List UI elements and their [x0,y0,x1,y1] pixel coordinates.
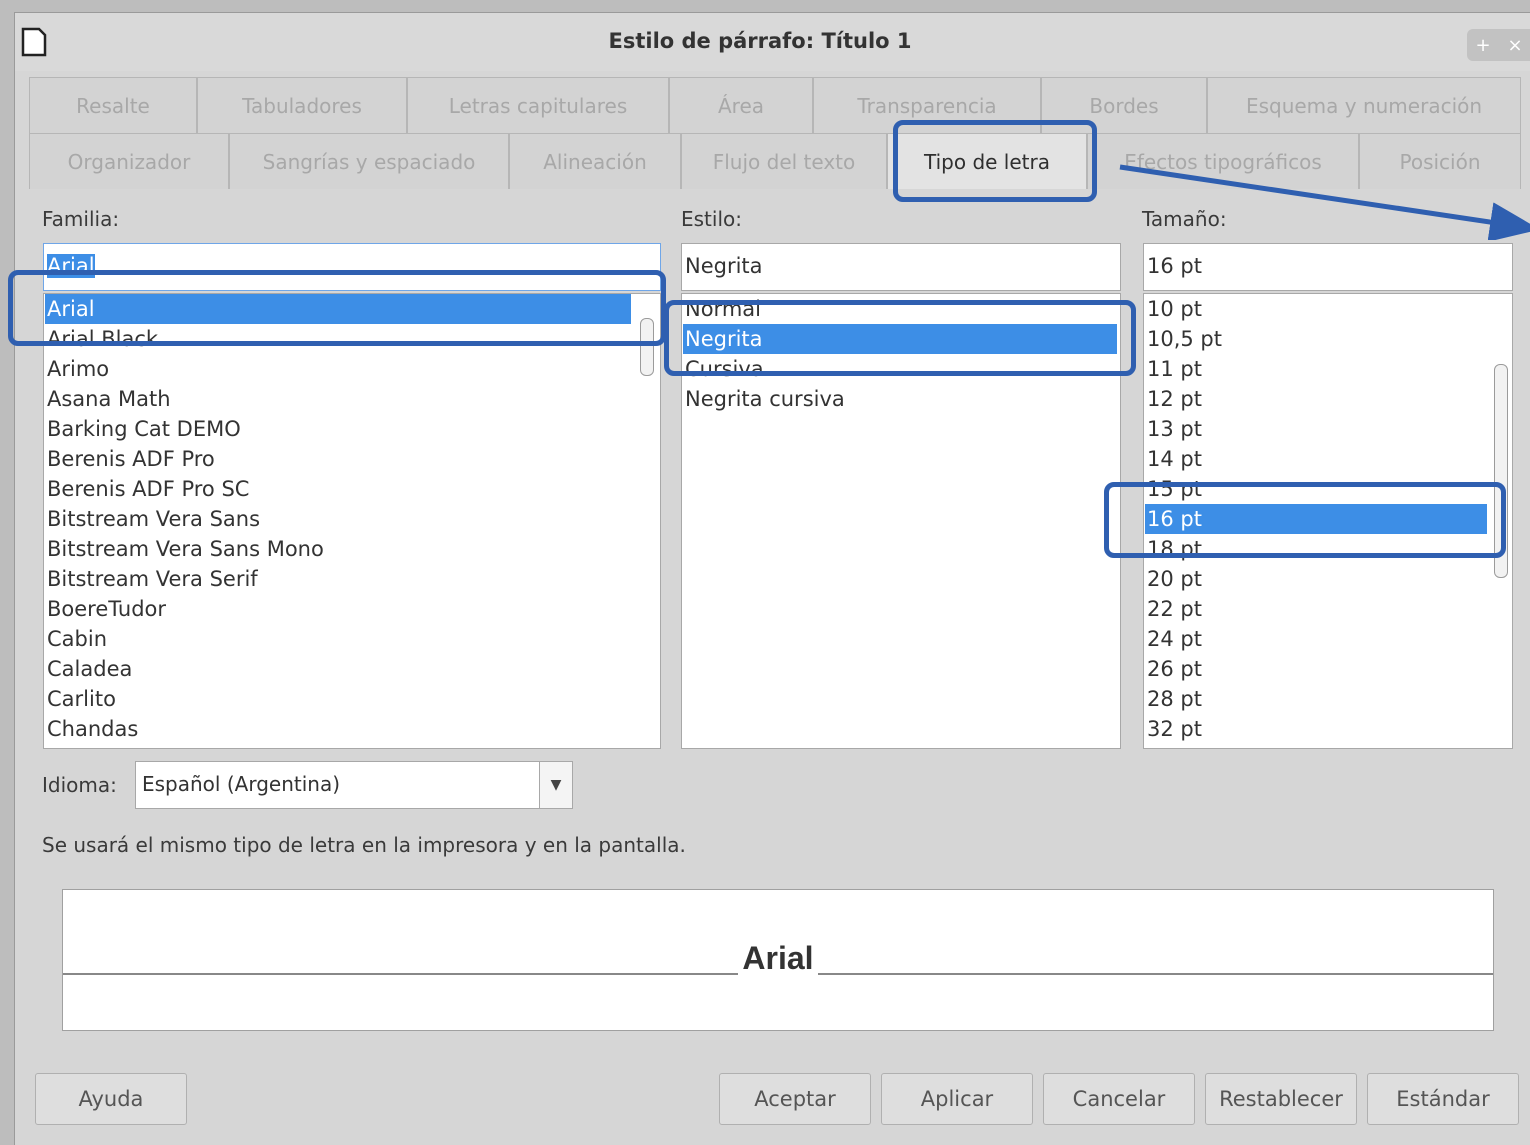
window-buttons: + × [1467,29,1530,61]
callout-tab-highlight [893,120,1097,202]
list-item[interactable]: Bitstream Vera Sans Mono [45,534,324,564]
title-bar: Estilo de párrafo: Título 1 + × [15,13,1530,71]
tab-esquema-numeracion[interactable]: Esquema y numeración [1207,77,1521,133]
style-label: Estilo: [681,207,742,231]
tab-flujo-del-texto[interactable]: Flujo del texto [681,133,887,189]
list-item[interactable]: Arimo [45,354,109,384]
dialog-title: Estilo de párrafo: Título 1 [608,29,912,53]
cancel-button[interactable]: Cancelar [1043,1073,1195,1125]
apply-button[interactable]: Aplicar [881,1073,1033,1125]
list-item[interactable]: 11 pt [1145,354,1202,384]
tab-resalte[interactable]: Resalte [29,77,197,133]
language-label: Idioma: [42,773,117,797]
callout-style-highlight [664,300,1136,376]
list-item[interactable]: Berenis ADF Pro SC [45,474,249,504]
tab-alineacion[interactable]: Alineación [509,133,681,189]
language-value: Español (Argentina) [142,772,340,796]
list-item[interactable]: Chandas [45,714,138,744]
list-item[interactable]: Bitstream Vera Sans [45,504,260,534]
reset-button[interactable]: Restablecer [1205,1073,1357,1125]
printer-screen-note: Se usará el mismo tipo de letra en la im… [42,833,686,857]
list-item[interactable]: 10 pt [1145,294,1202,324]
family-list[interactable]: Arial Arial Black Arimo Asana Math Barki… [43,293,661,749]
tab-area[interactable]: Área [669,77,813,133]
callout-family-highlight [8,270,666,346]
chevron-down-icon[interactable]: ▼ [539,762,572,808]
list-item[interactable]: BoereTudor [45,594,166,624]
standard-button[interactable]: Estándar [1367,1073,1519,1125]
list-item[interactable]: Asana Math [45,384,171,414]
family-label: Familia: [42,207,120,231]
list-item[interactable]: 32 pt [1145,714,1202,744]
language-select[interactable]: Español (Argentina) ▼ [135,761,573,809]
callout-arrow-icon [1119,164,1530,240]
list-item[interactable]: 12 pt [1145,384,1202,414]
list-item[interactable]: 20 pt [1145,564,1202,594]
help-button[interactable]: Ayuda [35,1073,187,1125]
list-item[interactable]: 22 pt [1145,594,1202,624]
list-item[interactable]: Caladea [45,654,132,684]
ok-button[interactable]: Aceptar [719,1073,871,1125]
list-item[interactable]: Berenis ADF Pro [45,444,215,474]
style-input[interactable]: Negrita [681,243,1121,291]
close-icon[interactable]: × [1507,35,1522,56]
preview-text: Arial [738,940,818,976]
maximize-icon[interactable]: + [1475,35,1490,56]
callout-size-highlight [1104,482,1506,558]
tab-sangrias-espaciado[interactable]: Sangrías y espaciado [229,133,509,189]
list-item[interactable]: 14 pt [1145,444,1202,474]
list-item[interactable]: 24 pt [1145,624,1202,654]
list-item[interactable]: Carlito [45,684,116,714]
list-item[interactable]: Barking Cat DEMO [45,414,241,444]
list-item[interactable]: Bitstream Vera Serif [45,564,258,594]
list-item[interactable]: Cabin [45,624,107,654]
size-input[interactable]: 16 pt [1143,243,1513,291]
list-item[interactable]: Negrita cursiva [683,384,845,414]
font-preview: Arial [62,889,1494,1031]
tab-organizador[interactable]: Organizador [29,133,229,189]
list-item[interactable]: 26 pt [1145,654,1202,684]
list-item[interactable]: 28 pt [1145,684,1202,714]
list-item[interactable]: 10,5 pt [1145,324,1222,354]
tab-row-1: Resalte Tabuladores Letras capitulares Á… [29,77,1521,133]
list-item[interactable]: 13 pt [1145,414,1202,444]
tab-tabuladores[interactable]: Tabuladores [197,77,407,133]
tab-letras-capitulares[interactable]: Letras capitulares [407,77,669,133]
